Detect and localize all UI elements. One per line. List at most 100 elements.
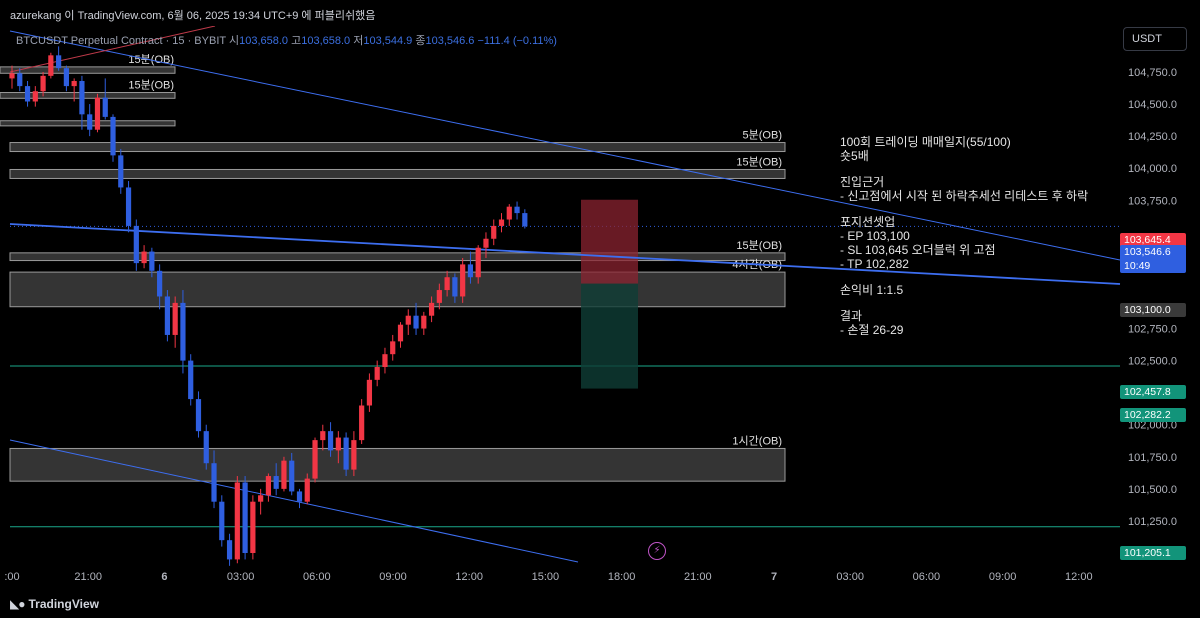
symbol-legend[interactable]: BTCUSDT Perpetual Contract · 15 · BYBIT … xyxy=(16,32,557,48)
candle-body[interactable] xyxy=(483,238,489,248)
candle-body[interactable] xyxy=(296,491,303,502)
candle-body[interactable] xyxy=(351,440,357,470)
time-axis-label: 03:00 xyxy=(227,571,255,583)
tradingview-logo[interactable]: ◣● TradingView xyxy=(10,597,99,611)
candle-body[interactable] xyxy=(304,478,310,502)
candle-body[interactable] xyxy=(141,251,147,264)
candle-body[interactable] xyxy=(460,264,466,297)
candle-body[interactable] xyxy=(522,213,528,227)
candle-body[interactable] xyxy=(258,495,264,502)
candle-body[interactable] xyxy=(172,302,178,335)
time-axis-label: 12:00 xyxy=(1065,571,1093,583)
lightning-icon[interactable]: ⚡ xyxy=(648,542,666,560)
candle-body[interactable] xyxy=(444,277,450,291)
note-result: - 손절 26-29 xyxy=(840,323,904,337)
candle-body[interactable] xyxy=(188,360,194,400)
note-rr: 손익비 1:1.5 xyxy=(840,283,904,297)
price-axis-label: 101,500.0 xyxy=(1128,484,1177,496)
candle-body[interactable] xyxy=(343,437,349,470)
candle-body[interactable] xyxy=(265,476,272,496)
bottom-bar xyxy=(0,592,1200,618)
candle-body[interactable] xyxy=(366,379,373,406)
candle-body[interactable] xyxy=(413,315,419,329)
candle-body[interactable] xyxy=(219,501,225,541)
candle-body[interactable] xyxy=(475,247,481,278)
order-block-zone[interactable] xyxy=(0,66,176,74)
time-axis-label: 09:00 xyxy=(989,571,1017,583)
high-value: 103,658.0 xyxy=(301,35,351,47)
symbol-name: BTCUSDT Perpetual Contract · 15 · BYBIT xyxy=(16,35,226,47)
top-bar: azurekang 이 TradingView.com, 6월 06, 2025… xyxy=(0,0,1200,26)
candle-body[interactable] xyxy=(289,460,295,492)
candle-body[interactable] xyxy=(491,225,497,239)
candle-body[interactable] xyxy=(506,206,512,220)
low-value: 103,544.9 xyxy=(363,35,413,47)
zone-label: 15분(OB) xyxy=(736,156,782,168)
candle-body[interactable] xyxy=(374,367,380,380)
candle-body[interactable] xyxy=(421,315,427,329)
zone-label: 15분(OB) xyxy=(736,240,782,252)
candle-body[interactable] xyxy=(9,73,15,79)
order-block-zone[interactable] xyxy=(9,168,786,179)
candle-body[interactable] xyxy=(24,86,31,102)
open-label: 시 xyxy=(228,35,240,47)
candle-body[interactable] xyxy=(63,68,69,87)
candle-body[interactable] xyxy=(281,460,287,489)
candle-body[interactable] xyxy=(149,251,155,271)
candle-body[interactable] xyxy=(157,270,163,297)
candle-body[interactable] xyxy=(133,225,139,264)
candle-body[interactable] xyxy=(359,405,365,441)
candle-body[interactable] xyxy=(514,206,520,214)
candle-body[interactable] xyxy=(180,302,186,361)
candle-body[interactable] xyxy=(390,341,396,355)
tradingview-logo-icon: ◣● xyxy=(10,597,26,611)
time-axis-label: 6 xyxy=(161,571,167,583)
candle-body[interactable] xyxy=(79,80,85,115)
price-badge-value: 103,100.0 xyxy=(1124,303,1171,316)
candle-body[interactable] xyxy=(56,55,62,69)
candle-body[interactable] xyxy=(40,75,46,92)
candle-body[interactable] xyxy=(110,116,116,156)
candle-body[interactable] xyxy=(397,324,404,342)
candle-body[interactable] xyxy=(498,219,505,226)
candle-body[interactable] xyxy=(312,440,318,479)
candle-body[interactable] xyxy=(118,155,124,188)
candle-body[interactable] xyxy=(102,97,108,117)
candle-body[interactable] xyxy=(211,463,217,502)
candle-body[interactable] xyxy=(203,431,209,464)
candle-body[interactable] xyxy=(320,431,326,441)
candle-body[interactable] xyxy=(94,97,101,130)
candle-body[interactable] xyxy=(226,540,233,560)
candle-body[interactable] xyxy=(327,431,334,451)
price-axis-label: 104,000.0 xyxy=(1128,163,1177,175)
note-reason: - 신고점에서 시작 된 하락추세선 리테스트 후 하락 xyxy=(840,189,1089,203)
order-block-zone[interactable] xyxy=(9,271,786,308)
candle-body[interactable] xyxy=(436,290,442,303)
candle-body[interactable] xyxy=(125,187,132,226)
candle-body[interactable] xyxy=(405,315,411,325)
candle-body[interactable] xyxy=(195,399,202,432)
candle-body[interactable] xyxy=(273,476,279,489)
candle-body[interactable] xyxy=(467,264,474,278)
candle-body[interactable] xyxy=(17,73,23,87)
time-axis-label: 21:00 xyxy=(684,571,712,583)
candle-body[interactable] xyxy=(250,501,256,553)
candle-body[interactable] xyxy=(452,277,458,297)
time-axis-label: 06:00 xyxy=(913,571,941,583)
currency-selector-button[interactable]: USDT xyxy=(1123,27,1187,51)
candle-body[interactable] xyxy=(71,80,77,87)
candle-body[interactable] xyxy=(32,91,38,102)
candle-body[interactable] xyxy=(87,114,93,130)
stop-loss-zone[interactable] xyxy=(581,199,638,284)
candle-body[interactable] xyxy=(382,354,388,368)
candle-body[interactable] xyxy=(234,482,240,560)
candle-body[interactable] xyxy=(428,302,435,316)
candle-body[interactable] xyxy=(48,55,54,76)
candle-body[interactable] xyxy=(242,482,248,553)
price-axis-label: 102,500.0 xyxy=(1128,356,1177,368)
candle-body[interactable] xyxy=(335,437,341,451)
note-result-title: 결과 xyxy=(840,309,863,323)
take-profit-zone[interactable] xyxy=(581,283,638,389)
candle-body[interactable] xyxy=(164,296,170,335)
order-block-zone[interactable] xyxy=(9,142,786,153)
